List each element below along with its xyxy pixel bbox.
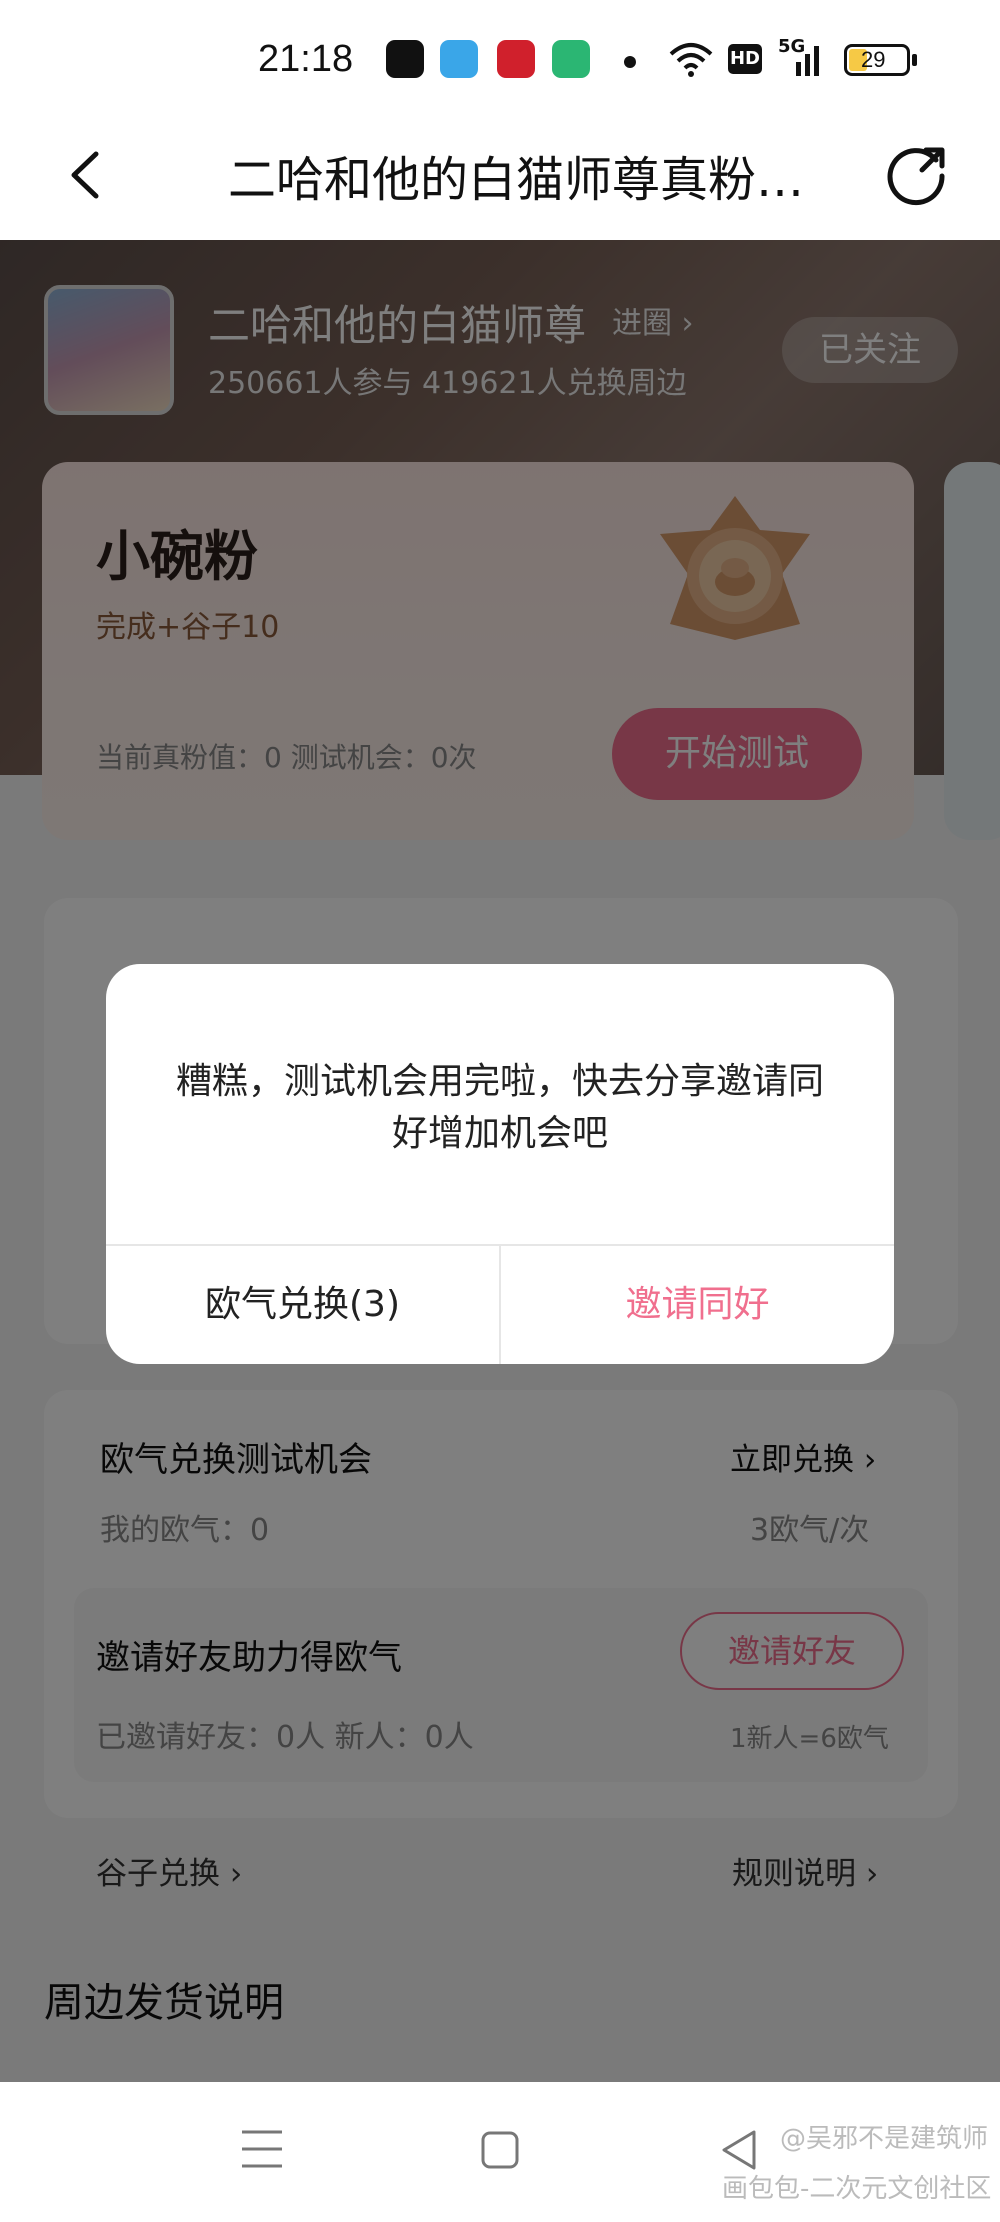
wifi-icon bbox=[669, 43, 713, 77]
ouqi-exchange-button[interactable]: 欧气兑换(3) bbox=[106, 1246, 499, 1364]
douyin-icon bbox=[386, 40, 424, 78]
out-of-chances-dialog: 糟糕，测试机会用完啦，快去分享邀请同好增加机会吧 欧气兑换(3) 邀请同好 bbox=[106, 964, 894, 1364]
watermark-author: @吴邪不是建筑师 bbox=[780, 2124, 989, 2154]
page-title: 二哈和他的白猫师尊真粉… bbox=[228, 152, 805, 208]
back-arrow-icon[interactable] bbox=[66, 150, 106, 200]
hd-icon: HD bbox=[728, 44, 762, 74]
app-icon bbox=[552, 40, 590, 78]
share-icon[interactable] bbox=[886, 142, 950, 206]
battery-icon: 29 bbox=[844, 44, 910, 76]
watermark-site: 画包包-二次元文创社区 bbox=[722, 2174, 992, 2204]
status-time: 21:18 bbox=[258, 38, 354, 80]
dialog-message: 糟糕，测试机会用完啦，快去分享邀请同好增加机会吧 bbox=[175, 1061, 824, 1154]
battery-level: 29 bbox=[861, 47, 886, 72]
dot-icon bbox=[624, 56, 636, 68]
home-square-icon[interactable] bbox=[480, 2130, 520, 2170]
signal-icon bbox=[796, 46, 819, 76]
menu-icon[interactable] bbox=[240, 2128, 284, 2170]
xuexi-icon bbox=[497, 40, 535, 78]
back-triangle-icon[interactable] bbox=[718, 2128, 758, 2172]
status-bar: 21:18 HD 5G 29 bbox=[0, 0, 1000, 120]
invite-peers-button[interactable]: 邀请同好 bbox=[501, 1246, 894, 1364]
telegram-icon bbox=[440, 40, 478, 78]
